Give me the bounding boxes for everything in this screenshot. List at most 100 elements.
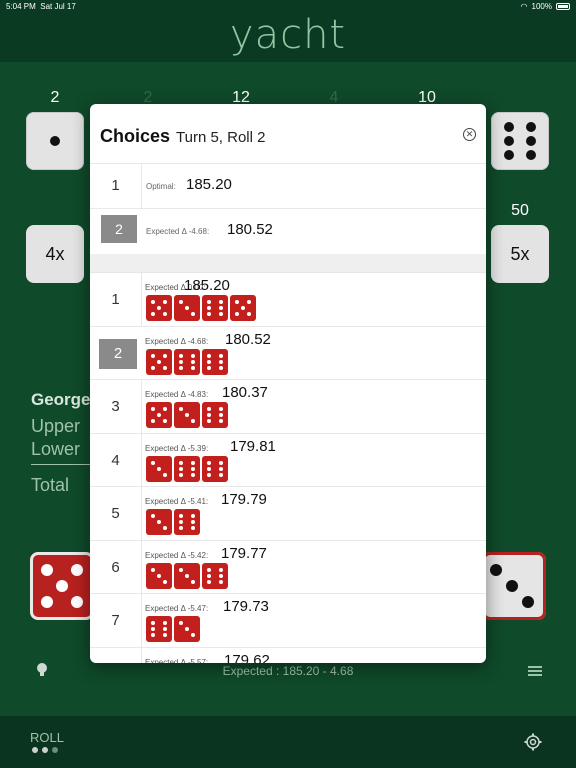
score-number: 2	[50, 89, 60, 106]
die-5-icon	[146, 402, 172, 428]
roll-progress-dots	[32, 747, 58, 753]
row-index-selected: 2	[101, 215, 137, 243]
dice-group	[146, 402, 228, 428]
die-6-icon	[202, 562, 228, 589]
die-6-icon	[174, 348, 200, 375]
choice-value: 179.73	[223, 598, 269, 615]
modal-subtitle: Turn 5, Roll 2	[176, 129, 266, 146]
choice-row[interactable]: 2 Expected Δ -4.68: 180.52	[90, 327, 486, 380]
dice-group	[146, 562, 228, 589]
choice-value: 180.52	[225, 330, 271, 348]
die-6-icon	[202, 295, 228, 321]
section-divider	[90, 254, 486, 273]
die-6-icon	[146, 616, 172, 642]
die-six[interactable]	[491, 112, 549, 170]
dice-group	[146, 455, 228, 482]
battery-icon	[556, 3, 570, 10]
selected-row[interactable]: 2 Expected Δ -4.68: 180.52	[90, 209, 486, 254]
status-time: 5:04 PM Sat Jul 17	[6, 2, 76, 11]
choice-label: Expected Δ -5.57:	[145, 657, 209, 664]
total-label: Total	[31, 475, 70, 495]
header: 5:04 PM Sat Jul 17 ◠ 100% yacht	[0, 0, 576, 62]
gear-icon[interactable]	[524, 733, 542, 751]
die-6-icon	[202, 455, 228, 482]
choice-index: 8	[90, 647, 142, 663]
footer-bar: ROLL	[0, 716, 576, 768]
choice-value: 179.79	[221, 491, 267, 508]
divider	[31, 464, 91, 465]
die-3-icon	[146, 455, 172, 482]
choice-row[interactable]: 5 Expected Δ -5.41: 179.79	[90, 487, 486, 541]
multiplier-4x-button[interactable]: 4x	[26, 225, 84, 283]
die-6-icon	[174, 455, 200, 482]
choice-label: Expected Δ -5.47:	[145, 604, 209, 613]
held-die-three[interactable]	[482, 552, 546, 620]
die-6-icon	[202, 402, 228, 428]
choice-index: 6	[90, 540, 142, 594]
dice-group	[146, 616, 200, 642]
die-3-icon	[174, 402, 200, 428]
choice-row[interactable]: 4 Expected Δ -5.39: 179.81	[90, 433, 486, 487]
menu-icon[interactable]	[528, 666, 542, 676]
die-5-icon	[146, 348, 172, 375]
choice-row[interactable]: 6 Expected Δ -5.42: 179.77	[90, 540, 486, 594]
choice-label: Expected Δ -4.83:	[145, 390, 209, 399]
status-right: ◠ 100%	[521, 2, 570, 11]
choice-value: 179.77	[221, 544, 267, 562]
modal-title: Choices	[100, 126, 171, 146]
lower-label: Lower	[31, 439, 81, 459]
score-number: 50	[511, 202, 529, 219]
choice-value: 180.37	[222, 384, 268, 401]
multiplier-5x-button[interactable]: 5x	[491, 225, 549, 283]
choice-row[interactable]: 1 Expected Δ 0.00: 185.20	[90, 273, 486, 327]
choice-value: 179.81	[230, 437, 276, 455]
wifi-icon: ◠	[520, 2, 528, 11]
choice-index: 3	[90, 380, 142, 433]
dice-group	[146, 295, 256, 321]
choice-index: 5	[90, 487, 142, 540]
choice-label: Expected Δ -5.41:	[145, 497, 209, 506]
choice-index: 4	[90, 433, 142, 487]
row-label: Optimal:	[146, 182, 176, 191]
roll-button[interactable]: ROLL	[30, 730, 64, 745]
choice-label: Expected Δ -5.39:	[145, 443, 209, 453]
player-name: George	[31, 390, 91, 409]
choices-list: 1 Expected Δ 0.00: 185.20 2 Expected Δ -4.68…	[90, 273, 486, 663]
choice-label: Expected Δ -5.42:	[145, 550, 209, 560]
dice-group	[146, 509, 200, 535]
die-3-icon	[146, 509, 172, 535]
choice-value: 185.20	[184, 277, 230, 294]
die-3-icon	[146, 562, 172, 589]
row-index: 1	[90, 164, 142, 208]
choice-label: Expected Δ -4.68:	[145, 336, 209, 346]
app-title: yacht	[229, 12, 347, 58]
row-value: 180.52	[227, 221, 273, 238]
battery-percent: 100%	[531, 2, 552, 11]
row-label: Expected Δ -4.68:	[146, 227, 210, 236]
expected-summary: Expected : 185.20 - 4.68	[222, 664, 354, 678]
choice-index: 1	[90, 273, 142, 326]
upper-label: Upper	[31, 416, 81, 436]
score-labels: George Upper Lower Total	[31, 390, 91, 496]
die-3-icon	[174, 562, 200, 589]
choice-index: 2	[99, 338, 137, 369]
held-die-five[interactable]	[30, 552, 94, 620]
choice-row[interactable]: 8Expected Δ -5.57: 179.62	[90, 647, 486, 664]
choice-row[interactable]: 3 Expected Δ -4.83: 180.37	[90, 380, 486, 434]
optimal-row[interactable]: 1 Optimal: 185.20	[90, 164, 486, 209]
die-3-icon	[174, 295, 200, 321]
row-value: 185.20	[186, 176, 232, 193]
choice-index: 7	[90, 594, 142, 647]
choice-row[interactable]: 7 Expected Δ -5.47: 179.73	[90, 594, 486, 648]
die-5-icon	[230, 295, 256, 321]
die-one[interactable]	[26, 112, 84, 170]
die-5-icon	[146, 295, 172, 321]
close-icon[interactable]: ✕	[463, 128, 476, 141]
modal-header: Choices Turn 5, Roll 2 ✕	[90, 104, 486, 164]
die-3-icon	[174, 616, 200, 642]
die-6-icon	[202, 348, 228, 375]
choices-modal: Choices Turn 5, Roll 2 ✕ 1 Optimal: 185.…	[90, 104, 486, 663]
die-6-icon	[174, 509, 200, 535]
choice-value: 179.62	[224, 651, 270, 664]
dice-group	[146, 348, 228, 375]
